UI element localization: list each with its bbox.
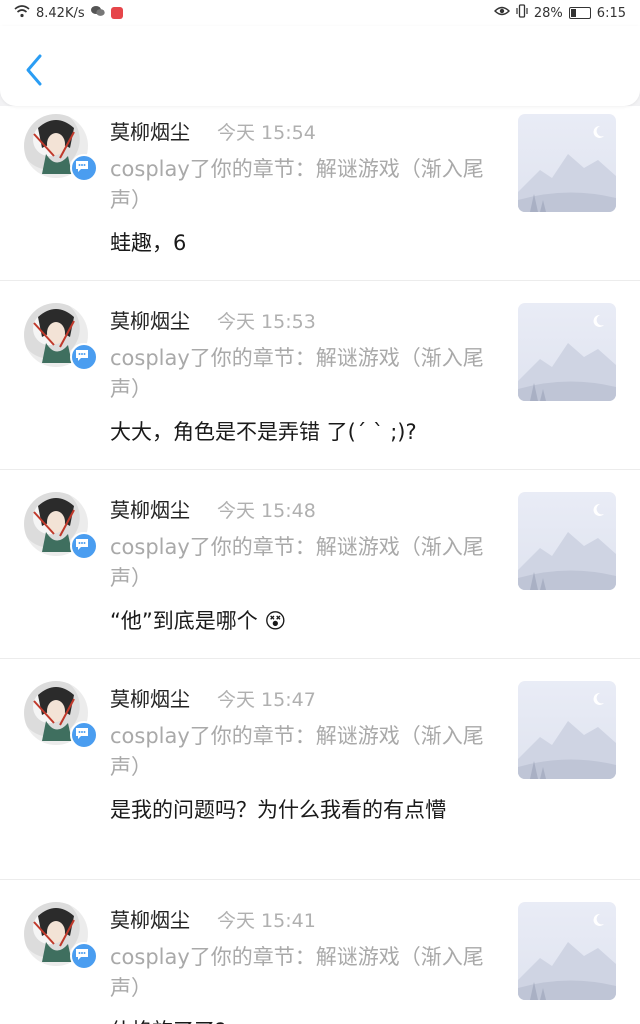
list-item[interactable]: 莫柳烟尘 今天 15:53 cosplay了你的章节：解谜游戏（渐入尾声） 大大… — [0, 281, 640, 470]
status-bar: 8.42K/s 28% 6:15 — [0, 0, 640, 26]
user-name[interactable]: 莫柳烟尘 — [110, 305, 190, 334]
comment-text: 蛙趣，6 — [110, 231, 187, 255]
battery-percent: 28% — [533, 5, 563, 21]
user-name[interactable]: 莫柳烟尘 — [110, 494, 190, 523]
chapter-thumbnail[interactable] — [518, 492, 616, 590]
user-name[interactable]: 莫柳烟尘 — [110, 683, 190, 712]
list-item[interactable]: 莫柳烟尘 今天 15:48 cosplay了你的章节：解谜游戏（渐入尾声） “他… — [0, 470, 640, 659]
timestamp: 今天 15:41 — [217, 910, 316, 932]
battery-icon — [568, 7, 591, 19]
image-placeholder-icon — [518, 692, 616, 779]
chapter-thumbnail[interactable] — [518, 114, 616, 212]
wifi-icon — [14, 4, 30, 22]
comment-text: 大大，角色是不是弄错 了(´ ` ;)? — [110, 420, 417, 444]
timestamp: 今天 15:48 — [217, 500, 316, 522]
eye-icon — [493, 5, 510, 21]
top-bar — [0, 26, 640, 106]
list-item[interactable]: 莫柳烟尘 今天 15:47 cosplay了你的章节：解谜游戏（渐入尾声） 是我… — [0, 659, 640, 880]
notification-list: 莫柳烟尘 今天 15:54 cosplay了你的章节：解谜游戏（渐入尾声） 蛙趣… — [0, 106, 640, 1024]
comment-badge-icon — [70, 343, 98, 371]
comment-text: 什格旅了了? — [110, 1016, 490, 1024]
action-description[interactable]: cosplay了你的章节：解谜游戏（渐入尾声） — [110, 343, 490, 405]
timestamp: 今天 15:54 — [217, 122, 316, 144]
timestamp: 今天 15:53 — [217, 311, 316, 333]
action-description[interactable]: cosplay了你的章节：解谜游戏（渐入尾声） — [110, 721, 490, 783]
image-placeholder-icon — [518, 503, 616, 590]
comment-badge-icon — [70, 532, 98, 560]
chevron-left-icon — [26, 54, 42, 86]
network-speed: 8.42K/s — [36, 5, 85, 21]
user-name[interactable]: 莫柳烟尘 — [110, 116, 190, 145]
list-item[interactable]: 莫柳烟尘 今天 15:54 cosplay了你的章节：解谜游戏（渐入尾声） 蛙趣… — [0, 106, 640, 281]
clock: 6:15 — [596, 5, 626, 21]
comment-badge-icon — [70, 942, 98, 970]
app-notification-icon — [110, 7, 123, 19]
user-name[interactable]: 莫柳烟尘 — [110, 904, 190, 933]
chapter-thumbnail[interactable] — [518, 681, 616, 779]
list-item[interactable]: 莫柳烟尘 今天 15:41 cosplay了你的章节：解谜游戏（渐入尾声） 什格… — [0, 880, 640, 1024]
wechat-icon — [90, 5, 105, 21]
chapter-thumbnail[interactable] — [518, 902, 616, 1000]
comment-text: 是我的问题吗？为什么我看的有点懵 — [110, 798, 446, 822]
comment-text: “他”到底是哪个 😵 — [110, 609, 287, 633]
status-left: 8.42K/s — [14, 4, 123, 22]
vibrate-icon — [516, 4, 528, 22]
image-placeholder-icon — [518, 314, 616, 401]
timestamp: 今天 15:47 — [217, 689, 316, 711]
image-placeholder-icon — [518, 913, 616, 1000]
action-description[interactable]: cosplay了你的章节：解谜游戏（渐入尾声） — [110, 154, 490, 216]
back-button[interactable] — [18, 50, 54, 90]
chapter-thumbnail[interactable] — [518, 303, 616, 401]
comment-badge-icon — [70, 154, 98, 182]
status-right: 28% 6:15 — [493, 4, 626, 22]
comment-badge-icon — [70, 721, 98, 749]
action-description[interactable]: cosplay了你的章节：解谜游戏（渐入尾声） — [110, 532, 490, 594]
image-placeholder-icon — [518, 125, 616, 212]
action-description[interactable]: cosplay了你的章节：解谜游戏（渐入尾声） — [110, 942, 490, 1004]
